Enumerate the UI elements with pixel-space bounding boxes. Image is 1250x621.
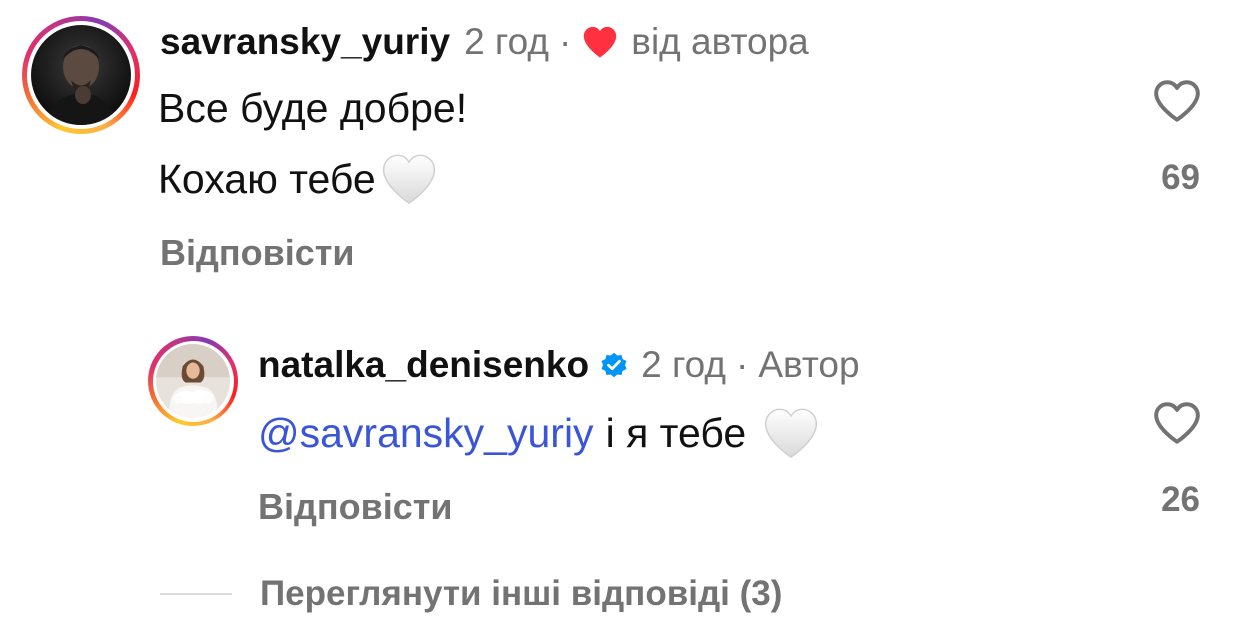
username[interactable]: savransky_yuriy: [160, 20, 450, 64]
white-heart-emoji: [382, 154, 435, 205]
avatar-savransky-yuriy[interactable]: [22, 16, 140, 134]
heart-outline-icon[interactable]: [1152, 400, 1202, 446]
reply-button[interactable]: Відповісти: [258, 486, 453, 528]
comment-meta: natalka_denisenko 2 год · Автор: [258, 343, 860, 387]
view-more-replies-label[interactable]: Переглянути інші відповіді (3): [260, 573, 782, 615]
view-more-replies[interactable]: Переглянути інші відповіді (3): [160, 573, 782, 615]
divider: [160, 593, 232, 595]
red-heart-icon: [584, 26, 617, 58]
username[interactable]: natalka_denisenko: [258, 343, 589, 387]
like-count[interactable]: 69: [1120, 158, 1200, 198]
comment-text-line: @savransky_yuriy і я тебе: [258, 406, 820, 460]
comment-text: і я тебе: [605, 410, 747, 456]
comment-time: 2 год: [464, 21, 549, 62]
white-heart-emoji: [765, 408, 818, 459]
comment-text-line: Кохаю тебе: [158, 152, 438, 206]
avatar-natalka-denisenko[interactable]: [148, 336, 238, 426]
reply-button[interactable]: Відповісти: [160, 232, 355, 274]
author-badge: Автор: [758, 344, 860, 385]
avatar-photo: [156, 344, 230, 418]
avatar-photo: [31, 25, 131, 125]
liked-by-author-label: від автора: [631, 21, 809, 62]
comment-text-line: Все буде добре!: [158, 85, 468, 131]
comments-thread: savransky_yuriy 2 год · від автора Все б…: [0, 0, 1250, 621]
separator: ·: [558, 21, 572, 62]
mention-link[interactable]: @savransky_yuriy: [258, 409, 594, 457]
comment-meta: savransky_yuriy 2 год · від автора: [160, 20, 809, 64]
verified-badge-icon: [601, 352, 627, 378]
separator: ·: [736, 344, 749, 385]
comment-time: 2 год: [641, 344, 726, 385]
heart-outline-icon[interactable]: [1152, 78, 1202, 124]
comment-text: Кохаю тебе: [158, 156, 376, 202]
like-count[interactable]: 26: [1120, 480, 1200, 520]
